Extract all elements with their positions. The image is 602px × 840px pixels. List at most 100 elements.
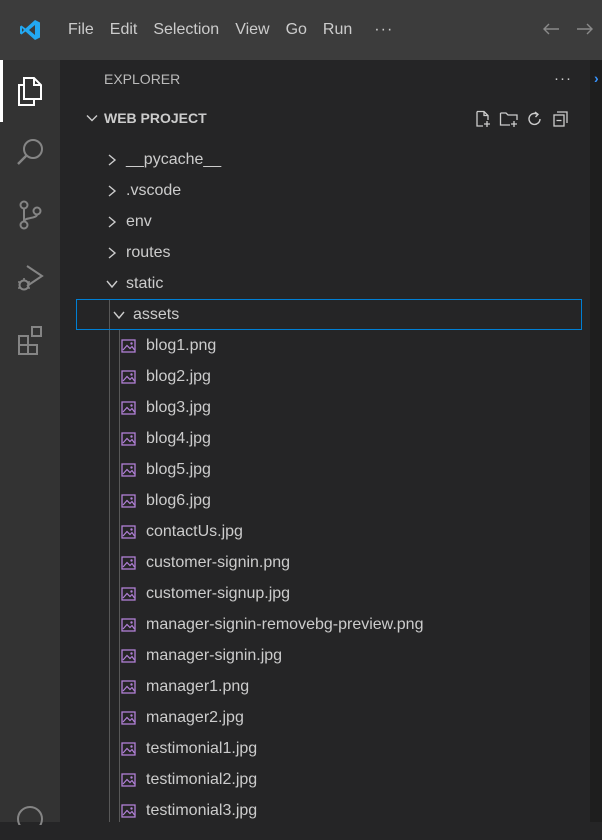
folder-row-assets[interactable]: assets (76, 299, 582, 330)
image-file-icon (120, 741, 136, 757)
file-label: manager-signin.jpg (146, 646, 283, 664)
search-icon[interactable] (0, 122, 60, 184)
run-debug-icon[interactable] (0, 246, 60, 308)
chevron-right-icon (104, 245, 120, 261)
file-label: blog1.png (146, 336, 217, 354)
file-label: blog2.jpg (146, 367, 211, 385)
explorer-sidebar: EXPLORER ··· WEB PROJECT __pycache__ .vs… (60, 60, 590, 822)
nav-arrows (534, 0, 602, 60)
editor-edge: › (590, 60, 602, 822)
file-label: testimonial3.jpg (146, 801, 258, 819)
menu-view[interactable]: View (227, 0, 277, 60)
file-row[interactable]: testimonial1.jpg (60, 733, 590, 764)
menu-edit[interactable]: Edit (102, 0, 146, 60)
folder-label: static (126, 274, 164, 292)
account-icon[interactable] (0, 778, 60, 840)
explorer-header: EXPLORER ··· (60, 60, 590, 98)
file-row[interactable]: customer-signup.jpg (60, 578, 590, 609)
menu-go[interactable]: Go (278, 0, 315, 60)
assets-file-list: blog1.png blog2.jpg blog3.jpg blog4.jpg … (60, 330, 590, 822)
image-file-icon (120, 338, 136, 354)
folder-label: env (126, 212, 152, 230)
folder-label: __pycache__ (126, 150, 222, 168)
file-row[interactable]: testimonial2.jpg (60, 764, 590, 795)
explorer-more-icon[interactable]: ··· (554, 70, 572, 87)
editor-edge-mark: › (594, 70, 599, 86)
file-row[interactable]: blog2.jpg (60, 361, 590, 392)
file-tree: __pycache__ .vscode env routes static as… (60, 144, 590, 822)
folder-row-vscode[interactable]: .vscode (60, 175, 590, 206)
file-label: customer-signup.jpg (146, 584, 291, 602)
title-bar: File Edit Selection View Go Run ··· (0, 0, 602, 60)
source-control-icon[interactable] (0, 184, 60, 246)
activity-bar (0, 60, 60, 825)
vscode-logo-icon (0, 0, 60, 60)
folder-label: .vscode (126, 181, 182, 199)
file-label: blog4.jpg (146, 429, 211, 447)
file-row[interactable]: blog3.jpg (60, 392, 590, 423)
new-file-icon[interactable] (470, 108, 496, 130)
image-file-icon (120, 369, 136, 385)
file-label: contactUs.jpg (146, 522, 243, 540)
file-label: manager2.jpg (146, 708, 244, 726)
image-file-icon (120, 431, 136, 447)
file-label: blog3.jpg (146, 398, 211, 416)
folder-row-routes[interactable]: routes (60, 237, 590, 268)
file-row[interactable]: manager-signin-removebg-preview.png (60, 609, 590, 640)
chevron-down-icon (104, 276, 120, 292)
collapse-all-icon[interactable] (548, 108, 574, 130)
file-row[interactable]: manager2.jpg (60, 702, 590, 733)
image-file-icon (120, 493, 136, 509)
project-title: WEB PROJECT (104, 110, 207, 126)
file-row[interactable]: testimonial3.jpg (60, 795, 590, 822)
file-row[interactable]: contactUs.jpg (60, 516, 590, 547)
image-file-icon (120, 617, 136, 633)
folder-row-env[interactable]: env (60, 206, 590, 237)
extensions-icon[interactable] (0, 308, 60, 370)
folder-row-pycache[interactable]: __pycache__ (60, 144, 590, 175)
file-row[interactable]: blog4.jpg (60, 423, 590, 454)
file-row[interactable]: customer-signin.png (60, 547, 590, 578)
image-file-icon (120, 648, 136, 664)
project-actions (470, 108, 574, 130)
image-file-icon (120, 555, 136, 571)
file-row[interactable]: blog1.png (60, 330, 590, 361)
chevron-down-icon (84, 110, 102, 128)
image-file-icon (120, 803, 136, 819)
image-file-icon (120, 462, 136, 478)
explorer-icon[interactable] (0, 60, 60, 122)
file-label: blog6.jpg (146, 491, 211, 509)
file-row[interactable]: blog6.jpg (60, 485, 590, 516)
folder-label: assets (133, 305, 180, 323)
file-label: manager-signin-removebg-preview.png (146, 615, 424, 633)
image-file-icon (120, 679, 136, 695)
file-row[interactable]: manager1.png (60, 671, 590, 702)
explorer-title: EXPLORER (104, 71, 181, 87)
file-label: customer-signin.png (146, 553, 291, 571)
refresh-icon[interactable] (522, 108, 548, 130)
image-file-icon (120, 524, 136, 540)
image-file-icon (120, 586, 136, 602)
chevron-down-icon (111, 307, 127, 323)
chevron-right-icon (104, 183, 120, 199)
new-folder-icon[interactable] (496, 108, 522, 130)
file-label: testimonial1.jpg (146, 739, 258, 757)
chevron-right-icon (104, 214, 120, 230)
image-file-icon (120, 400, 136, 416)
project-header[interactable]: WEB PROJECT (60, 104, 590, 134)
file-label: blog5.jpg (146, 460, 211, 478)
image-file-icon (120, 710, 136, 726)
image-file-icon (120, 772, 136, 788)
file-label: testimonial2.jpg (146, 770, 258, 788)
back-arrow-icon[interactable] (534, 19, 568, 42)
file-label: manager1.png (146, 677, 250, 695)
menu-selection[interactable]: Selection (145, 0, 227, 60)
folder-row-static[interactable]: static (60, 268, 590, 299)
menu-run[interactable]: Run (315, 0, 360, 60)
file-row[interactable]: manager-signin.jpg (60, 640, 590, 671)
menu-more-icon[interactable]: ··· (360, 21, 407, 39)
menu-file[interactable]: File (60, 0, 102, 60)
chevron-right-icon (104, 152, 120, 168)
forward-arrow-icon[interactable] (568, 19, 602, 42)
file-row[interactable]: blog5.jpg (60, 454, 590, 485)
